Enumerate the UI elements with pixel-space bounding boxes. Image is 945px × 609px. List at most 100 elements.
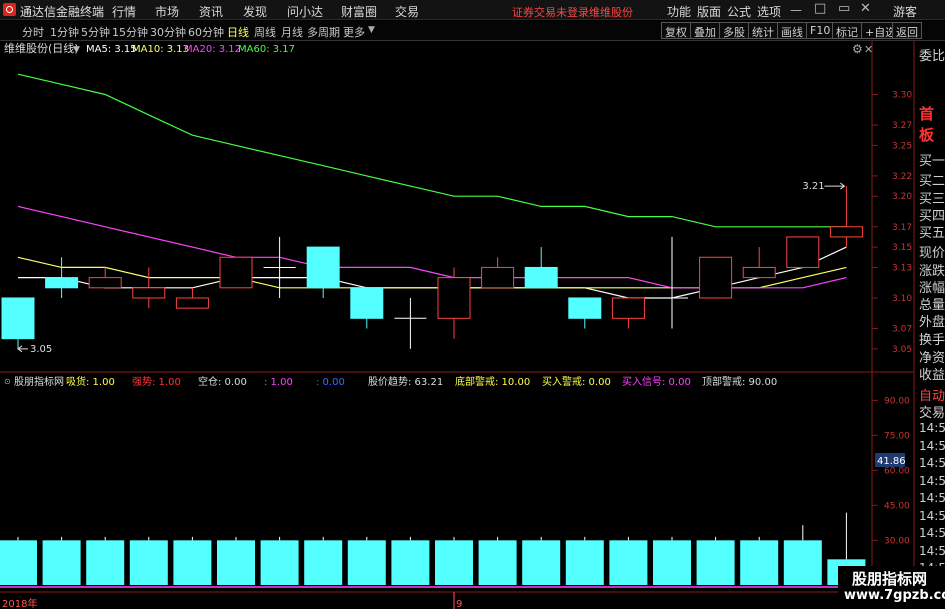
tool-multi-stock[interactable]: 多股 <box>719 22 749 39</box>
indicator-bar <box>478 540 517 585</box>
tab-30min[interactable]: 30分钟 <box>150 24 186 40</box>
indicator-label: 买入警戒: 0.00 <box>542 375 611 388</box>
period-tab-bar: 分时 1分钟 5分钟 15分钟 30分钟 60分钟 日线 周线 月线 多周期 更… <box>0 21 945 41</box>
more-arrow-icon[interactable]: ▼ <box>368 25 375 35</box>
trade-time: 14:56 <box>919 543 945 558</box>
close-icon[interactable]: ✕ <box>860 1 871 16</box>
tab-15min[interactable]: 15分钟 <box>112 24 148 40</box>
tab-1min[interactable]: 1分钟 <box>50 24 79 40</box>
candle-body <box>524 266 558 289</box>
max-price-label: 3.21 <box>802 181 824 192</box>
menu-function[interactable]: 功能 <box>667 3 691 20</box>
kline-chart[interactable]: 维维股份(日线) ▼ MA5: 3.15 MA10: 3.13 MA20: 3.… <box>0 41 945 609</box>
trade-time: 14:56 <box>919 491 945 505</box>
indicator-bar <box>217 540 255 585</box>
minimize-icon[interactable]: — <box>790 3 802 17</box>
main-chart-title: 维维股份(日线) <box>4 41 79 55</box>
price-grid <box>872 94 878 350</box>
menu-formula[interactable]: 公式 <box>727 3 751 20</box>
menu-options[interactable]: 选项 <box>757 3 781 20</box>
menu-wealth-circle[interactable]: 财富圈 <box>341 3 377 20</box>
menu-trade[interactable]: 交易 <box>395 3 419 20</box>
menu-ask[interactable]: 问小达 <box>287 3 323 20</box>
menu-discover[interactable]: 发现 <box>243 3 267 20</box>
tab-weekly[interactable]: 周线 <box>254 24 276 40</box>
indicator-label: 吸货: 1.00 <box>66 375 115 388</box>
side-item-price: 现价 <box>919 246 945 261</box>
ma5-label: MA5: 3.15 <box>86 44 137 55</box>
indicator-labels: 吸货: 1.00 强势: 1.00 空仓: 0.00: 1.00: 0.00 股价趋势… <box>66 375 777 388</box>
side-item-outer: 外盘 <box>919 315 945 330</box>
tool-draw[interactable]: 画线 <box>777 22 807 39</box>
candlesticks <box>1 186 863 349</box>
menu-quotes[interactable]: 行情 <box>112 3 136 20</box>
candle-body <box>437 277 471 319</box>
indicator-tick-label: 60.00 <box>884 466 910 476</box>
tool-f10[interactable]: F10 <box>806 22 835 39</box>
price-tick-label: 3.25 <box>892 141 912 151</box>
tab-5min[interactable]: 5分钟 <box>81 24 110 40</box>
candle-body <box>699 256 733 299</box>
indicator-toggle-icon[interactable]: ⊙ <box>4 377 11 386</box>
watermark-title: 股朋指标网 <box>852 570 928 588</box>
indicator-bar <box>609 540 648 585</box>
indicator-label: 空仓: 0.00 <box>198 375 247 388</box>
indicator-name: 股朋指标网 <box>14 375 64 388</box>
side-item-bid1: 买一 <box>919 154 945 169</box>
indicator-bar <box>435 540 473 585</box>
side-item-earnings: 收益 <box>919 368 945 383</box>
indicator-bar <box>696 540 735 585</box>
tool-mark[interactable]: 标记 <box>832 22 862 39</box>
tool-stats[interactable]: 统计 <box>748 22 778 39</box>
max-price-arrow-icon <box>824 182 846 190</box>
indicator-label: 买入信号: 0.00 <box>622 376 691 388</box>
trade-status[interactable]: 证券交易未登录 <box>512 4 589 20</box>
indicator-bar <box>391 540 430 585</box>
indicator-label: 顶部警戒: 90.00 <box>702 375 777 388</box>
trade-time: 14:56 <box>919 526 945 540</box>
tab-more[interactable]: 更多 <box>343 24 365 40</box>
indicator-tick-label: 75.00 <box>884 431 910 441</box>
price-axis-ticks: 3.30 3.27 3.25 3.22 3.20 3.17 3.15 3.13 3.10 3.07… <box>892 91 912 355</box>
tab-multi-period[interactable]: 多周期 <box>307 24 340 40</box>
side-item-ratio[interactable]: 委比 <box>919 45 945 64</box>
side-item-first-board[interactable]: 首板 <box>919 103 945 145</box>
tab-intraday[interactable]: 分时 <box>22 24 44 40</box>
pane-settings-icon[interactable]: ⚙ <box>852 42 863 56</box>
price-tick-label: 3.27 <box>892 121 912 131</box>
candle-body <box>45 277 79 289</box>
indicator-label: 股价趋势: 63.21 <box>368 375 443 388</box>
indicator-bar <box>260 540 299 585</box>
chart-settings-arrow-icon[interactable]: ▼ <box>73 45 80 55</box>
candle-body <box>786 236 820 268</box>
watermark: 股朋指标网 www.7gpzb.com <box>838 566 945 609</box>
tab-daily[interactable]: 日线 <box>227 24 249 40</box>
guest-label[interactable]: 游客 <box>893 3 917 20</box>
price-tick-label: 3.17 <box>892 223 912 233</box>
tab-60min[interactable]: 60分钟 <box>188 24 224 40</box>
pane-close-icon[interactable]: ✕ <box>864 43 873 56</box>
maximize-icon[interactable]: □ <box>814 1 826 16</box>
indicator-bar <box>347 540 386 585</box>
x-axis-year: 2018年 <box>2 597 37 609</box>
ma60-label: MA60: 3.17 <box>238 44 295 55</box>
price-tick-label: 3.05 <box>892 345 912 355</box>
price-tick-label: 3.20 <box>892 192 912 202</box>
trade-time: 14:56 <box>919 473 945 488</box>
candle-body <box>350 287 384 319</box>
menu-layout[interactable]: 版面 <box>697 3 721 20</box>
indicator-label: 底部警戒: 10.00 <box>455 375 530 388</box>
candle-body <box>742 266 776 279</box>
candle-body <box>1 297 35 340</box>
tab-monthly[interactable]: 月线 <box>281 24 303 40</box>
watermark-url: www.7gpzb.com <box>844 588 945 603</box>
indicator-bar <box>565 540 604 585</box>
menu-market[interactable]: 市场 <box>155 3 179 20</box>
tool-overlay[interactable]: 叠加 <box>690 22 720 39</box>
menu-news[interactable]: 资讯 <box>199 3 223 20</box>
tool-back[interactable]: 返回 <box>892 22 922 39</box>
tool-adjust[interactable]: 复权 <box>661 22 691 39</box>
title-bar: 通达信金融终端 行情 市场 资讯 发现 问小达 财富圈 交易 证券交易未登录 维… <box>0 0 945 20</box>
restore-icon[interactable]: ▭ <box>838 1 850 16</box>
side-item-trade[interactable]: 交易 <box>919 402 945 421</box>
